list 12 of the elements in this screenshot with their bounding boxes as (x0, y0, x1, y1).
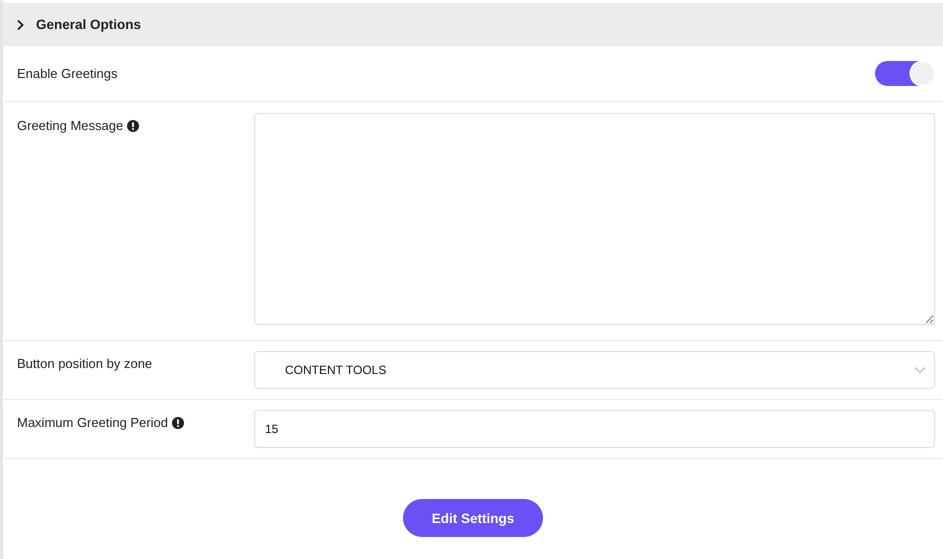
section-title[interactable]: General Options (36, 17, 142, 32)
field-label: Button position by zone (17, 356, 152, 372)
field-label: Enable Greetings (17, 66, 118, 82)
field-label: Greeting Message (17, 118, 124, 134)
zone-dropdown[interactable]: CONTENT TOOLS (254, 351, 935, 389)
edit-settings-button[interactable]: Edit Settings (403, 499, 543, 537)
chevron-down-icon (914, 366, 926, 374)
message-field[interactable] (254, 113, 935, 325)
field-label: Maximum Greeting Period (17, 415, 168, 431)
chevron-icon[interactable] (15, 18, 25, 30)
toggle-switch[interactable] (875, 61, 935, 86)
period-field[interactable]: 15 (254, 410, 935, 448)
